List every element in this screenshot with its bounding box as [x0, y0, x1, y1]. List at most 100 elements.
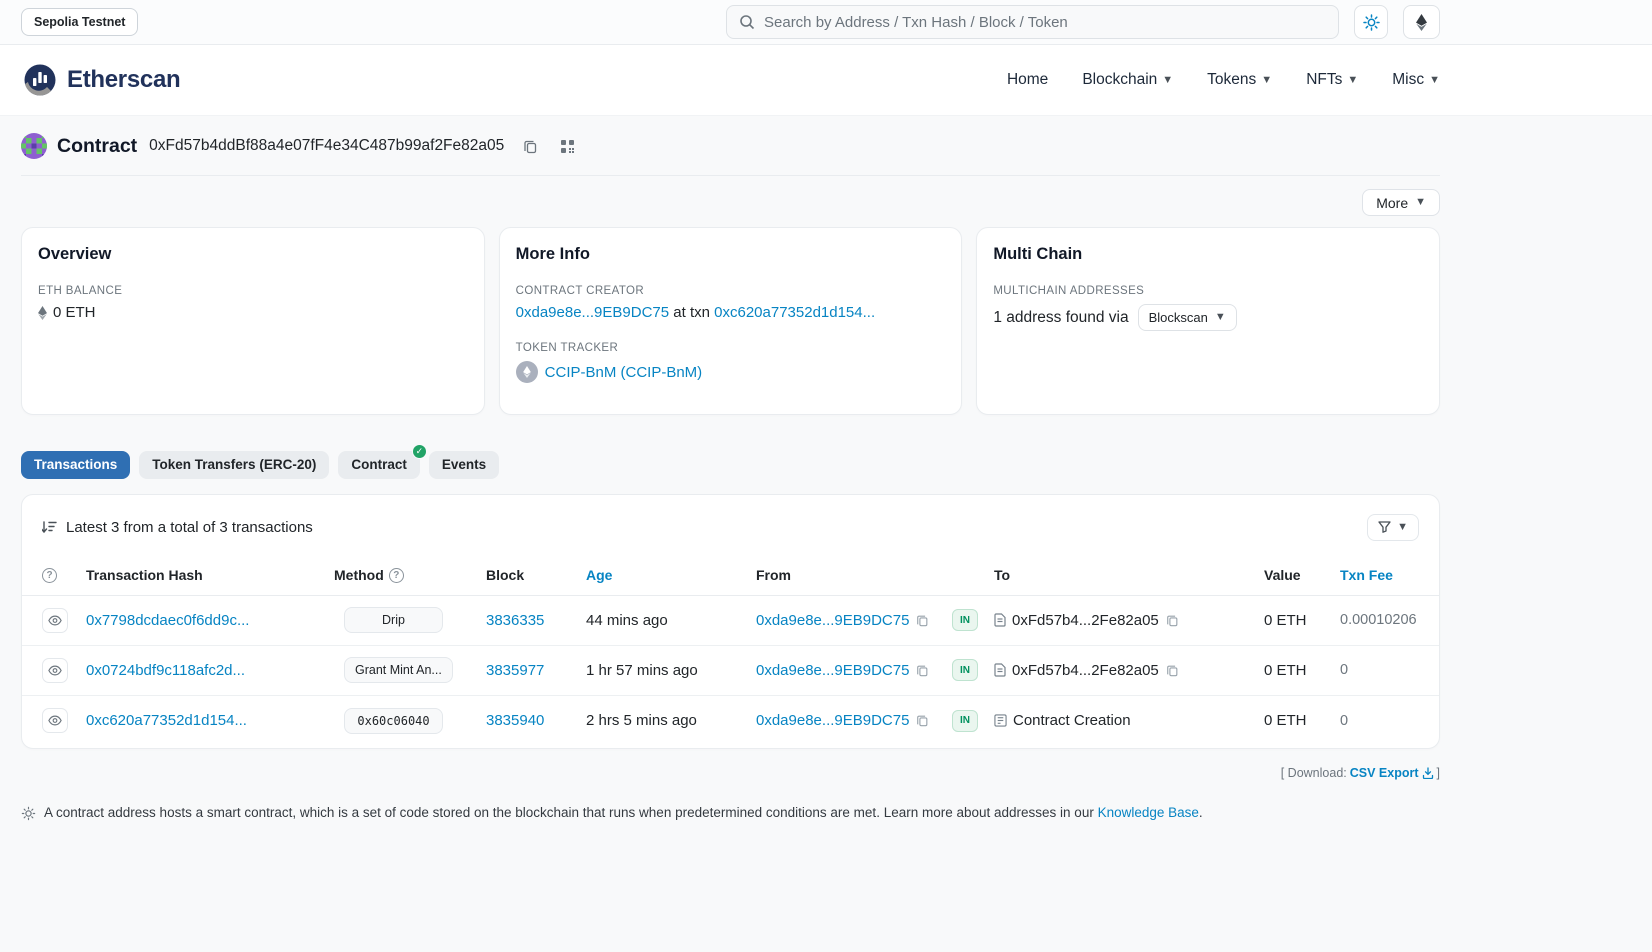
avatar [21, 133, 47, 159]
tab-transactions[interactable]: Transactions [21, 451, 130, 479]
from-address-link[interactable]: 0xda9e8e...9EB9DC75 [756, 712, 909, 729]
nav-label: Misc [1392, 71, 1424, 89]
more-label: More [1376, 195, 1408, 211]
col-transaction-hash: Transaction Hash [86, 567, 203, 583]
top-bar: Sepolia Testnet [0, 0, 1652, 45]
value-text: 0 ETH [1264, 612, 1307, 629]
creator-address-link[interactable]: 0xda9e8e...9EB9DC75 [516, 304, 669, 321]
nav-item-blockchain[interactable]: Blockchain ▼ [1082, 71, 1173, 89]
token-tracker-link[interactable]: CCIP-BnM (CCIP-BnM) [545, 364, 703, 381]
csv-export-label: CSV Export [1350, 766, 1419, 780]
note-text: A contract address hosts a smart contrac… [44, 805, 1098, 820]
txn-fee-text: 0 [1340, 662, 1348, 678]
age-text: 2 hrs 5 mins ago [586, 712, 697, 729]
direction-badge: IN [952, 659, 978, 681]
tab-events[interactable]: Events [429, 451, 499, 479]
copy-to-button[interactable] [1165, 663, 1180, 678]
search-input[interactable] [764, 14, 1326, 31]
download-prefix: [ Download: [1281, 766, 1347, 780]
preview-eye-button[interactable] [42, 708, 68, 733]
table-row: 0x0724bdf9c118afc2d... Grant Mint An... … [22, 646, 1439, 696]
copy-from-button[interactable] [915, 663, 930, 678]
age-text: 1 hr 57 mins ago [586, 662, 698, 679]
creation-txn-link[interactable]: 0xc620a77352d1d154... [714, 304, 875, 321]
chevron-down-icon: ▼ [1397, 522, 1408, 533]
network-selector-button[interactable]: Sepolia Testnet [21, 8, 138, 36]
more-info-card: More Info CONTRACT CREATOR 0xda9e8e...9E… [499, 227, 963, 415]
qr-code-icon [560, 139, 575, 154]
to-address-text: 0xFd57b4...2Fe82a05 [1012, 612, 1159, 629]
method-badge[interactable]: Grant Mint An... [344, 657, 453, 683]
copy-address-button[interactable] [520, 136, 541, 157]
contract-address: 0xFd57b4ddBf88a4e07fF4e34C487b99af2Fe82a… [149, 137, 504, 155]
portfolio-source-select[interactable]: Blockscan ▼ [1138, 304, 1237, 331]
col-method: Method [334, 567, 384, 583]
chevron-down-icon: ▼ [1261, 75, 1272, 86]
token-tracker-label: TOKEN TRACKER [516, 342, 946, 354]
knowledge-base-link[interactable]: Knowledge Base [1098, 805, 1199, 820]
txn-hash-link[interactable]: 0xc620a77352d1d154... [86, 712, 247, 729]
help-icon[interactable]: ? [389, 568, 404, 583]
download-icon [1422, 767, 1434, 779]
col-age-toggle[interactable]: Age [586, 567, 612, 583]
eye-icon [48, 715, 62, 726]
nav-item-misc[interactable]: Misc ▼ [1392, 71, 1440, 89]
help-icon[interactable]: ? [42, 568, 57, 583]
txn-hash-link[interactable]: 0x7798dcdaec0f6dd9c... [86, 612, 249, 629]
download-suffix: ] [1437, 766, 1440, 780]
block-link[interactable]: 3835940 [486, 712, 544, 729]
nav-item-nfts[interactable]: NFTs ▼ [1306, 71, 1358, 89]
csv-export-link[interactable]: CSV Export [1350, 766, 1434, 780]
method-badge[interactable]: Drip [344, 607, 443, 633]
nav-label: Tokens [1207, 71, 1256, 89]
from-address-link[interactable]: 0xda9e8e...9EB9DC75 [756, 662, 909, 679]
preview-eye-button[interactable] [42, 658, 68, 683]
col-from: From [756, 567, 791, 583]
overview-card: Overview ETH BALANCE 0 ETH [21, 227, 485, 415]
filter-button[interactable]: ▼ [1367, 514, 1419, 541]
search-icon [739, 14, 755, 30]
col-txn-fee-toggle[interactable]: Txn Fee [1340, 567, 1393, 583]
tab-label: Transactions [34, 457, 117, 472]
eye-icon [48, 665, 62, 676]
copy-from-button[interactable] [915, 613, 930, 628]
nav-label: Blockchain [1082, 71, 1157, 89]
chevron-down-icon: ▼ [1415, 197, 1426, 208]
nav-label: Home [1007, 71, 1048, 89]
col-value: Value [1264, 567, 1301, 583]
block-link[interactable]: 3835977 [486, 662, 544, 679]
copy-icon [916, 714, 929, 727]
block-link[interactable]: 3836335 [486, 612, 544, 629]
contract-creator-label: CONTRACT CREATOR [516, 285, 946, 297]
chevron-down-icon: ▼ [1215, 312, 1226, 323]
chevron-down-icon: ▼ [1347, 75, 1358, 86]
copy-to-button[interactable] [1165, 613, 1180, 628]
method-badge[interactable]: 0x60c06040 [344, 708, 443, 734]
table-header-row: ? Transaction Hash Method? Block Age Fro… [22, 555, 1439, 596]
etherscan-logo[interactable]: Etherscan [21, 61, 180, 99]
card-title: Overview [38, 245, 468, 264]
tab-contract[interactable]: Contract ✓ [338, 451, 420, 479]
more-dropdown-button[interactable]: More ▼ [1362, 189, 1440, 216]
qr-code-button[interactable] [557, 136, 578, 157]
footer-note: A contract address hosts a smart contrac… [21, 805, 1440, 821]
txn-hash-link[interactable]: 0x0724bdf9c118afc2d... [86, 662, 245, 679]
nav-item-home[interactable]: Home [1007, 71, 1048, 89]
page-title: Contract [57, 135, 137, 158]
from-address-link[interactable]: 0xda9e8e...9EB9DC75 [756, 612, 909, 629]
search-bar[interactable] [726, 5, 1339, 39]
network-switch-button[interactable] [1403, 5, 1440, 39]
sort-icon [42, 520, 58, 534]
nav-label: NFTs [1306, 71, 1342, 89]
tab-token-transfers[interactable]: Token Transfers (ERC-20) [139, 451, 329, 479]
copy-from-button[interactable] [915, 713, 930, 728]
eth-balance-value: 0 ETH [53, 304, 96, 321]
multichain-found-text: 1 address found via [993, 309, 1128, 327]
eth-balance-label: ETH BALANCE [38, 285, 468, 297]
nav-item-tokens[interactable]: Tokens ▼ [1207, 71, 1272, 89]
preview-eye-button[interactable] [42, 608, 68, 633]
contract-header: Contract 0xFd57b4ddBf88a4e07fF4e34C487b9… [21, 133, 1440, 159]
section-tabs: Transactions Token Transfers (ERC-20) Co… [21, 451, 1440, 479]
theme-toggle-button[interactable] [1354, 5, 1388, 39]
sun-icon [1363, 14, 1380, 31]
